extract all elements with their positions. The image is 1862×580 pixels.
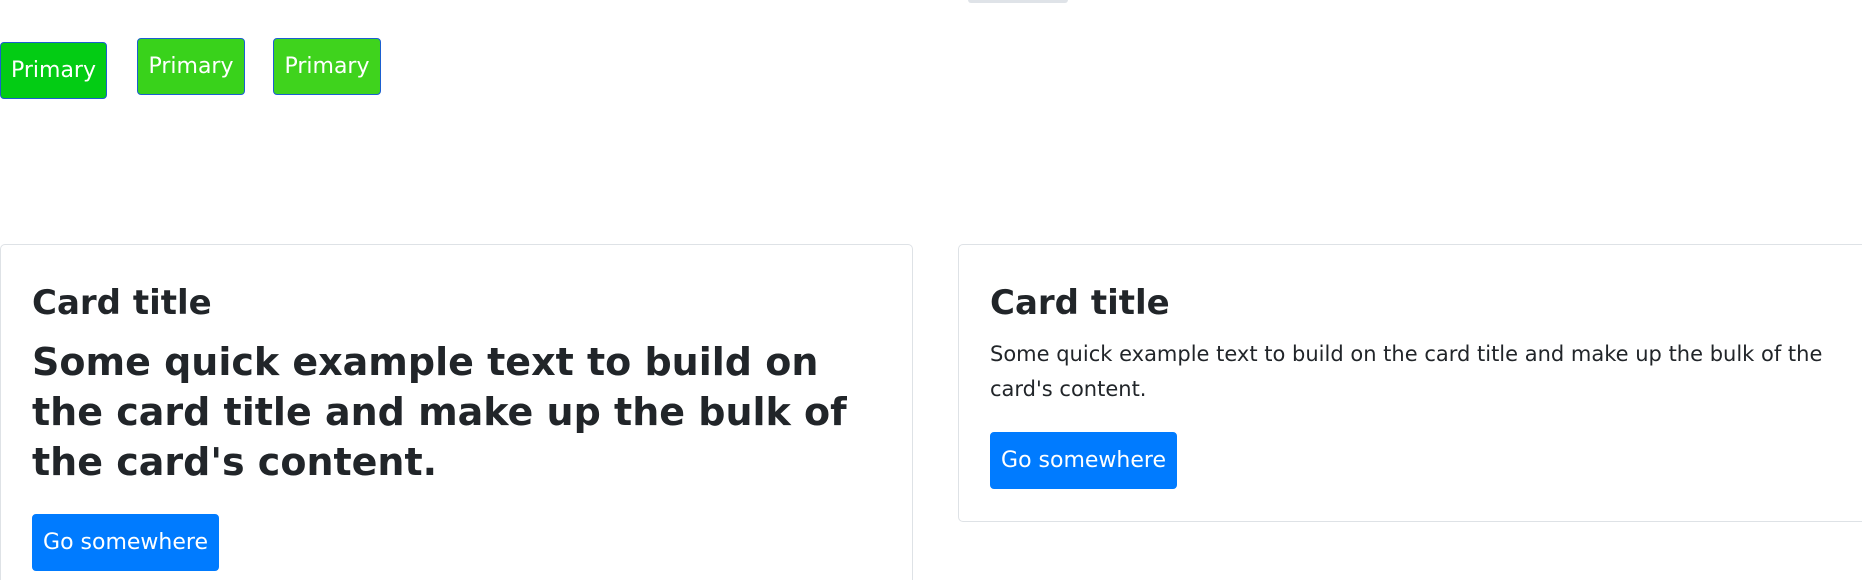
card-left-go-somewhere-button[interactable]: Go somewhere — [32, 514, 219, 571]
page: Primary Primary Primary Card title Some … — [0, 0, 1862, 580]
card-left: Card title Some quick example text to bu… — [0, 244, 913, 580]
card-left-text: Some quick example text to build on the … — [32, 340, 847, 484]
primary-button-1[interactable]: Primary — [0, 42, 107, 99]
card-left-title: Card title — [32, 283, 212, 323]
card-right-body: Card title Some quick example text to bu… — [990, 281, 1846, 407]
card-right-title: Card title — [990, 283, 1170, 323]
primary-button-2[interactable]: Primary — [137, 38, 245, 95]
card-right: Card title Some quick example text to bu… — [958, 244, 1862, 522]
top-tab-edge — [968, 0, 1068, 3]
primary-button-3[interactable]: Primary — [273, 38, 381, 95]
card-right-go-somewhere-button[interactable]: Go somewhere — [990, 432, 1177, 489]
card-right-text: Some quick example text to build on the … — [990, 342, 1823, 401]
card-left-body: Card title Some quick example text to bu… — [32, 281, 881, 487]
